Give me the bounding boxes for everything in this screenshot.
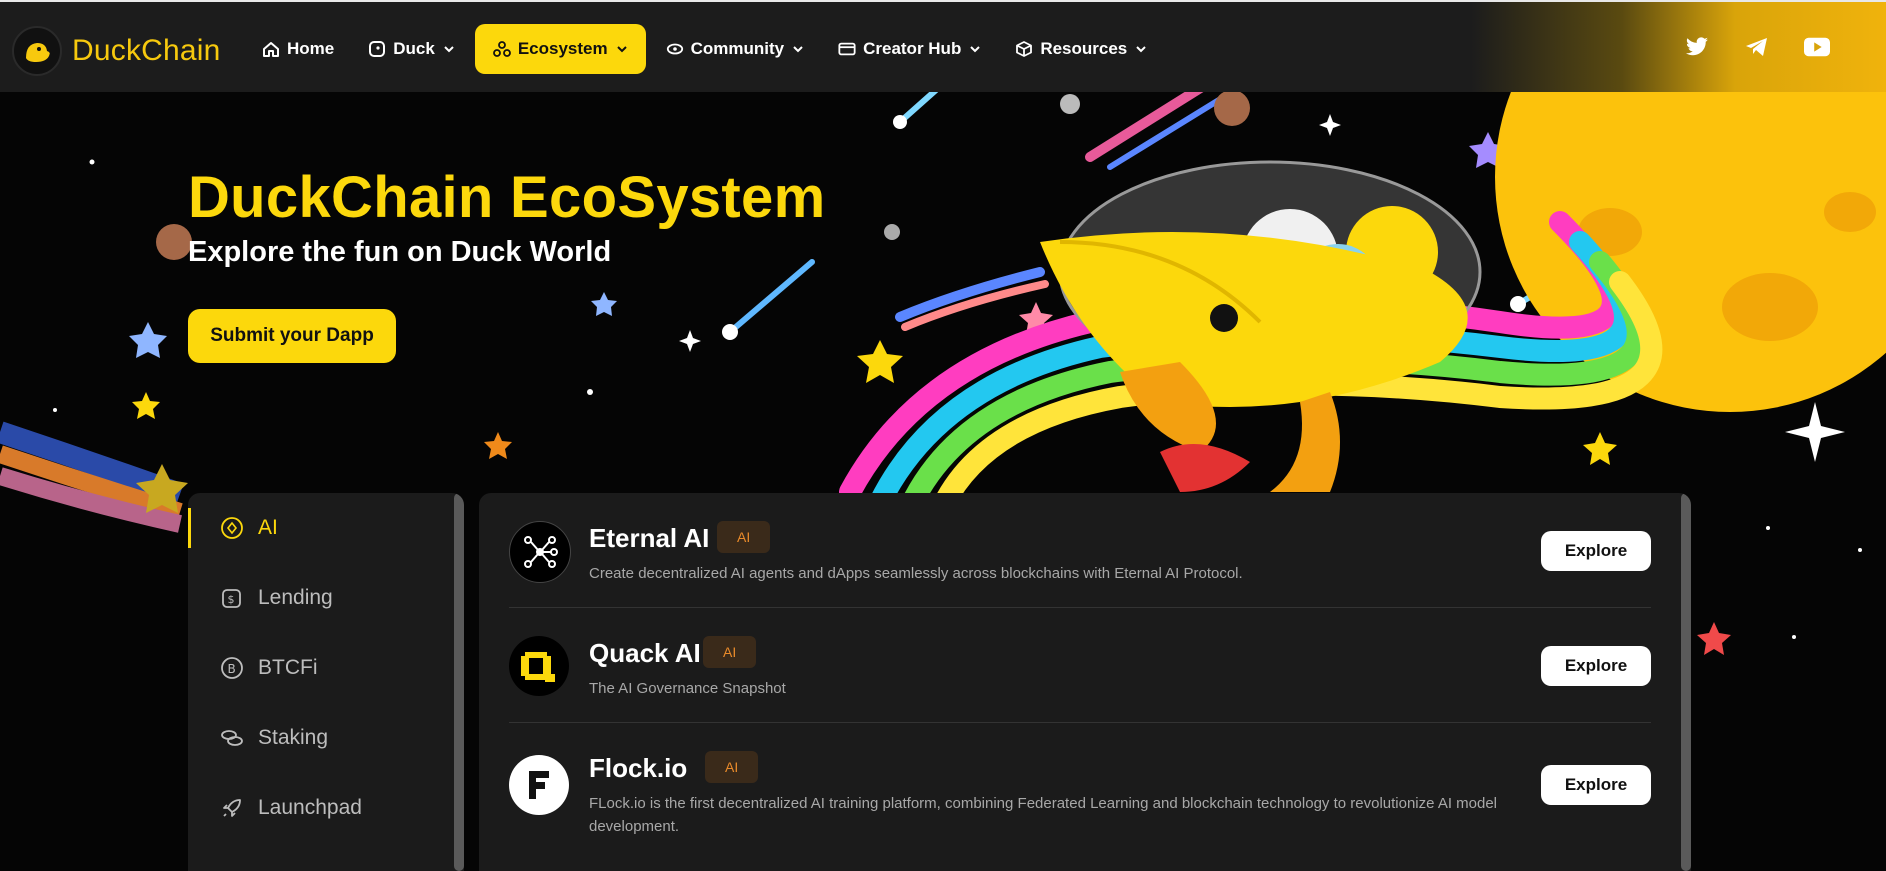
category-sidebar: AI $ Lending B BTCFi Staking Launchpad xyxy=(188,493,464,871)
dapp-row-eternal-ai: Eternal AI AI Create decentralized AI ag… xyxy=(509,521,1651,599)
eternal-ai-logo-icon xyxy=(509,521,571,583)
dapp-row-quack-ai: Quack AI AI The AI Governance Snapshot E… xyxy=(509,636,1651,714)
category-tag: AI xyxy=(717,521,771,553)
chevron-down-icon xyxy=(969,43,981,55)
category-scrollbar[interactable] xyxy=(454,493,464,871)
bitcoin-icon: B xyxy=(220,656,244,680)
category-staking-label: Staking xyxy=(258,726,329,749)
creator-hub-icon xyxy=(838,40,856,58)
community-icon xyxy=(666,40,684,58)
twitter-icon[interactable] xyxy=(1684,36,1710,58)
duck-logo-icon xyxy=(12,26,62,76)
nav-creator-hub-label: Creator Hub xyxy=(863,39,962,58)
youtube-icon[interactable] xyxy=(1804,36,1830,58)
rocket-icon xyxy=(220,796,244,820)
cube-icon xyxy=(1015,40,1033,58)
nav-duck[interactable]: Duck xyxy=(354,24,469,74)
telegram-icon[interactable] xyxy=(1744,36,1770,58)
row-divider xyxy=(509,722,1651,723)
dapp-name: Flock.io xyxy=(589,753,688,783)
nav-home[interactable]: Home xyxy=(248,24,348,74)
nav-home-label: Home xyxy=(287,39,335,58)
submit-dapp-button[interactable]: Submit your Dapp xyxy=(188,309,396,363)
dapp-list: Eternal AI AI Create decentralized AI ag… xyxy=(479,493,1691,871)
explore-button[interactable]: Explore xyxy=(1541,765,1651,805)
left-rainbow-trail xyxy=(0,421,188,533)
nav-community[interactable]: Community xyxy=(652,24,819,74)
hero-subtitle: Explore the fun on Duck World xyxy=(188,236,612,268)
dapp-name: Quack AI xyxy=(589,638,701,668)
home-icon xyxy=(262,40,280,58)
lending-icon: $ xyxy=(220,586,244,610)
nav-duck-label: Duck xyxy=(393,39,435,58)
category-launchpad[interactable]: Launchpad xyxy=(188,788,448,828)
dapp-description: The AI Governance Snapshot xyxy=(589,680,786,697)
chevron-down-icon xyxy=(792,43,804,55)
category-lending[interactable]: $ Lending xyxy=(188,578,448,618)
svg-text:B: B xyxy=(228,662,236,676)
chevron-down-icon xyxy=(616,43,628,55)
category-ai[interactable]: AI xyxy=(188,508,451,548)
svg-text:$: $ xyxy=(228,593,235,606)
category-lending-label: Lending xyxy=(258,586,333,609)
duck-rocket xyxy=(1040,160,1482,492)
category-tag: AI xyxy=(703,636,757,668)
row-divider xyxy=(509,607,1651,608)
nav-resources[interactable]: Resources xyxy=(1001,24,1161,74)
category-ai-label: AI xyxy=(258,516,278,539)
chevron-down-icon xyxy=(443,43,455,55)
dapp-description: Create decentralized AI agents and dApps… xyxy=(589,565,1243,582)
dapp-row-flock-io: Flock.io AI FLock.io is the first decent… xyxy=(509,751,1651,861)
hero-title: DuckChain EcoSystem xyxy=(188,165,826,230)
staking-icon xyxy=(220,726,244,750)
duck-icon xyxy=(368,40,386,58)
flock-logo-icon xyxy=(509,755,569,815)
top-navbar: DuckChain Home Duck Ecosystem Community … xyxy=(0,0,1886,92)
ecosystem-icon xyxy=(492,40,511,58)
dapp-description: FLock.io is the first decentralized AI t… xyxy=(589,795,1498,835)
category-btcfi-label: BTCFi xyxy=(258,656,318,679)
main-nav: Home Duck Ecosystem Community Creator Hu… xyxy=(248,24,1167,74)
nav-resources-label: Resources xyxy=(1040,39,1128,58)
category-tag: AI xyxy=(705,751,759,783)
dapp-name: Eternal AI xyxy=(589,523,710,553)
nav-community-label: Community xyxy=(690,39,785,58)
social-links xyxy=(1650,36,1830,58)
explore-button[interactable]: Explore xyxy=(1541,646,1651,686)
ai-icon xyxy=(220,516,244,540)
chevron-down-icon xyxy=(1135,43,1147,55)
category-btcfi[interactable]: B BTCFi xyxy=(188,648,448,688)
quack-ai-logo-icon xyxy=(509,636,569,696)
explore-button[interactable]: Explore xyxy=(1541,531,1651,571)
brand-logo[interactable]: DuckChain xyxy=(12,26,221,76)
category-staking[interactable]: Staking xyxy=(188,718,448,758)
nav-ecosystem[interactable]: Ecosystem xyxy=(474,24,646,74)
nav-ecosystem-label: Ecosystem xyxy=(517,39,608,58)
nav-creator-hub[interactable]: Creator Hub xyxy=(824,24,995,74)
dapp-list-scrollbar[interactable] xyxy=(1681,493,1691,871)
category-launchpad-label: Launchpad xyxy=(258,796,362,819)
brand-name: DuckChain xyxy=(72,34,221,67)
